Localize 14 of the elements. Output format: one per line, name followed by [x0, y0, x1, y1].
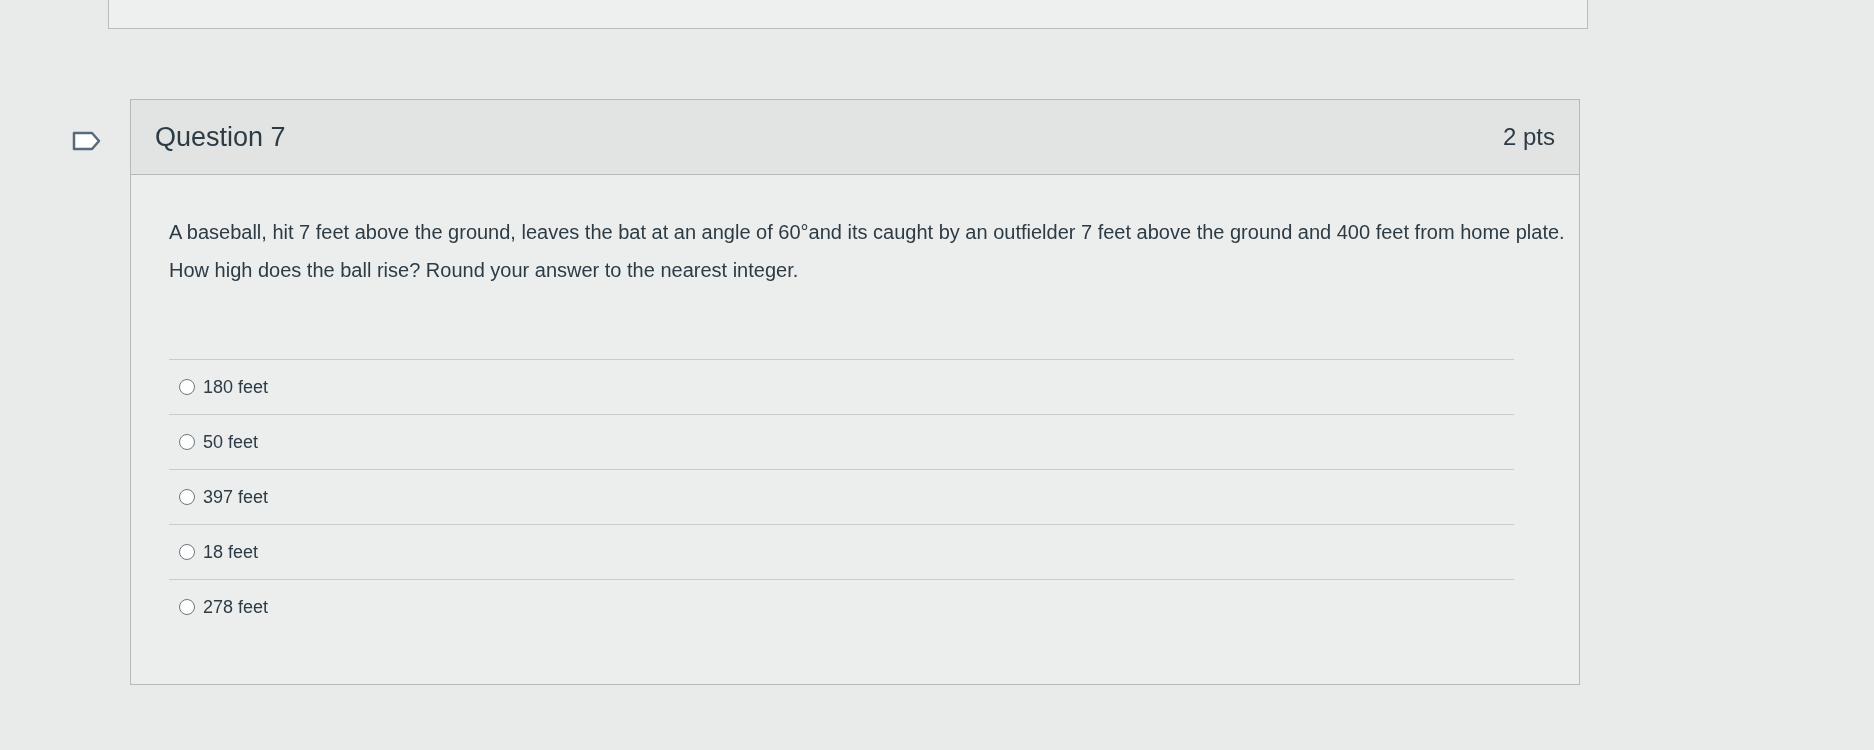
radio-button[interactable] — [179, 434, 195, 450]
radio-button[interactable] — [179, 544, 195, 560]
answer-option[interactable]: 180 feet — [179, 373, 269, 401]
points: 2 pts — [1502, 122, 1555, 152]
answer-option[interactable]: 50 feet — [179, 428, 259, 456]
answer-option[interactable]: 18 feet — [179, 538, 259, 566]
question-text: A baseball, hit 7 feet above the ground, leaves the bat at an angle of 60°and its caught by an outfielder 7 feet above the ground and 400 feet from home plate. How high does the ball rise? Round your answer to the nearest integer. — [169, 220, 1566, 283]
answer-option[interactable]: 397 feet — [179, 483, 269, 511]
answer-option[interactable]: 278 feet — [179, 593, 269, 621]
radio-button[interactable] — [179, 489, 195, 505]
radio-button[interactable] — [179, 599, 195, 615]
bookmark-icon[interactable] — [72, 131, 102, 151]
radio-button[interactable] — [179, 379, 195, 395]
question-title: Question 7 — [155, 120, 286, 154]
